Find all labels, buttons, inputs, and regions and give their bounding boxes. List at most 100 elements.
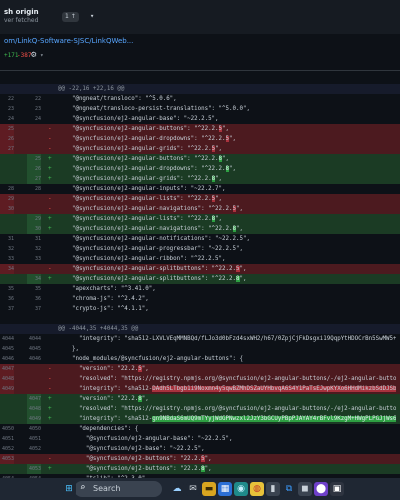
deleted-line[interactable]: 27 - "@syncfusion/ej2-angular-grids": "^2… <box>0 144 400 154</box>
code-text: "@syncfusion/ej2-angular-dropdowns": "^2… <box>58 166 237 172</box>
last-fetched-text: ver fetched <box>4 17 39 24</box>
chrome-icon[interactable]: ◍ <box>250 482 264 496</box>
code-text: "resolved": "https://registry.npmjs.org/… <box>58 376 396 382</box>
code-text: "@syncfusion/ej2-buttons": "22.2.8", <box>58 466 212 472</box>
push-origin-title[interactable]: sh origin <box>4 8 39 16</box>
hunk-header[interactable]: @@ -4044,35 +4044,35 @@ <box>0 324 400 334</box>
old-line-number: 23 <box>7 106 14 112</box>
code-text: "@syncfusion/ej2-angular-grids": "^22.2.… <box>58 176 223 182</box>
explorer-icon[interactable]: ▬ <box>202 482 216 496</box>
context-line[interactable]: 28 28 "@syncfusion/ej2-angular-inputs": "… <box>0 184 400 194</box>
old-line-number: 4053 <box>0 454 14 464</box>
deleted-line[interactable]: 30 - "@syncfusion/ej2-angular-navigations… <box>0 204 400 214</box>
context-line[interactable]: 33 33 "@syncfusion/ej2-angular-ribbon": "… <box>0 254 400 264</box>
context-line[interactable]: 24 24 "@syncfusion/ej2-angular-base": "~2… <box>0 114 400 124</box>
hunk-header[interactable]: @@ -22,16 +22,16 @@ <box>0 84 400 94</box>
old-line-number: 4044 <box>1 336 14 342</box>
widgets-icon[interactable]: ☁ <box>170 482 184 496</box>
added-line[interactable]: 26 + "@syncfusion/ej2-angular-dropdowns":… <box>0 164 400 174</box>
deleted-line[interactable]: 4047 - "version": "22.2.5", <box>0 364 400 374</box>
context-line[interactable]: 4051 4051 "@syncfusion/ej2-angular-base":… <box>0 434 400 444</box>
added-line[interactable]: 4049 + "integrity": "sha512-gn9NBdaS6mUQ9… <box>0 414 400 424</box>
added-line[interactable]: 4053 + "@syncfusion/ej2-buttons": "22.2.8… <box>0 464 400 474</box>
start-icon[interactable]: ⊞ <box>62 482 76 496</box>
context-line[interactable]: 37 37 "crypto-js": "^4.1.1", <box>0 304 400 314</box>
context-line[interactable]: 32 32 "@syncfusion/ej2-angular-progressba… <box>0 244 400 254</box>
terminal-icon[interactable]: ▮ <box>266 482 280 496</box>
context-line[interactable]: 31 31 "@syncfusion/ej2-angular-notificati… <box>0 234 400 244</box>
changed-token: 8 <box>201 466 205 472</box>
changed-token: 5 <box>201 456 205 462</box>
deleted-line[interactable]: 34 - "@syncfusion/ej2-angular-splitbutton… <box>0 264 400 274</box>
context-line[interactable]: 35 35 "apexcharts": "^3.41.0", <box>0 284 400 294</box>
chevron-down-icon[interactable]: ▾ <box>90 12 94 20</box>
windows-taskbar: ⌕ Search ⊞ ☁ ✉ ▬ ▦ ◉ ◍ ▮ ⧉ ◼ ⬤ ▣ <box>0 478 400 500</box>
store-pinned-icon[interactable]: ▣ <box>330 482 344 496</box>
context-line[interactable]: 4045 4045 }, <box>0 344 400 354</box>
code-text: "@syncfusion/ej2-angular-ribbon": "^22.2… <box>58 256 226 262</box>
context-line[interactable]: 4046 4046 "node_modules/@syncfusion/ej2-a… <box>0 354 400 364</box>
added-line[interactable]: 4048 + "resolved": "https://registry.npmj… <box>0 404 400 414</box>
context-line[interactable]: 4050 4050 "dependencies": { <box>0 424 400 434</box>
added-line[interactable]: 25 + "@syncfusion/ej2-angular-buttons": "… <box>0 154 400 164</box>
old-line-number: 36 <box>7 296 14 302</box>
added-line[interactable]: 29 + "@syncfusion/ej2-angular-lists": "^2… <box>0 214 400 224</box>
diff-marker: + <box>48 405 52 412</box>
old-line-number: 4052 <box>1 446 14 452</box>
new-line-number: 31 <box>34 236 41 242</box>
changed-token: 5 <box>225 136 230 142</box>
code-text: "apexcharts": "^3.41.0", <box>58 286 156 292</box>
changed-token: 5 <box>211 146 216 152</box>
diff-marker: + <box>48 155 52 162</box>
diff-marker: - <box>48 385 52 392</box>
code-text: "@syncfusion/ej2-angular-progressbar": "… <box>58 246 243 252</box>
changed-token: 8 <box>236 276 240 282</box>
code-text: @@ -4044,35 +4044,35 @@ <box>58 326 139 332</box>
context-line[interactable]: 4044 4044 "integrity": "sha512-LXVLVEqMMN… <box>0 334 400 344</box>
added-line[interactable]: 27 + "@syncfusion/ej2-angular-grids": "^2… <box>0 174 400 184</box>
added-line[interactable]: 34 + "@syncfusion/ej2-angular-splitbutton… <box>0 274 400 284</box>
old-line-number: 4045 <box>1 346 14 352</box>
file-path-bar: om/LinkQ-Software-SJSC/LinkQWeb... +171 … <box>0 34 400 71</box>
deleted-line[interactable]: 29 - "@syncfusion/ej2-angular-lists": "^2… <box>0 194 400 204</box>
diff-view[interactable]: @@ -22,16 +22,16 @@ 22 22 "@ngneat/translo… <box>0 84 400 478</box>
new-line-number: 4049 <box>27 414 41 424</box>
push-count-badge[interactable]: 1 ↑ <box>62 12 79 22</box>
edge-icon[interactable]: ◉ <box>234 482 248 496</box>
code-text: "@syncfusion/ej2-angular-navigations": "… <box>58 206 243 212</box>
github-desktop-icon[interactable]: ⬤ <box>314 482 328 496</box>
code-text: "crypto-js": "^4.1.1", <box>58 306 149 312</box>
code-text: "@syncfusion/ej2-angular-splitbuttons": … <box>58 266 247 272</box>
context-line[interactable]: 22 22 "@ngneat/transloco": "^5.0.6", <box>0 94 400 104</box>
changed-token: 5 <box>218 126 223 132</box>
code-text: "@syncfusion/ej2-angular-buttons": "^22.… <box>58 156 230 162</box>
extra-app-icon[interactable]: ◼ <box>298 482 312 496</box>
new-line-number: 4044 <box>28 336 41 342</box>
deleted-line[interactable]: 4053 - "@syncfusion/ej2-buttons": "22.2.5… <box>0 454 400 464</box>
mail-icon[interactable]: ✉ <box>186 482 200 496</box>
code-text: "dependencies": { <box>58 426 139 432</box>
deleted-line[interactable]: 25 - "@syncfusion/ej2-angular-buttons": "… <box>0 124 400 134</box>
context-line[interactable]: 23 23 "@ngneat/transloco-persist-translat… <box>0 104 400 114</box>
vscode-icon[interactable]: ⧉ <box>282 482 296 496</box>
changed-token: 5 <box>138 366 142 372</box>
deleted-line[interactable]: 4048 - "resolved": "https://registry.npmj… <box>0 374 400 384</box>
store-icon[interactable]: ▦ <box>218 482 232 496</box>
taskbar-search-box[interactable]: ⌕ Search <box>74 481 162 497</box>
gear-icon[interactable]: ⚙ <box>31 50 36 60</box>
new-line-number: 35 <box>34 286 41 292</box>
added-line[interactable]: 4047 + "version": "22.2.8", <box>0 394 400 404</box>
added-line[interactable]: 30 + "@syncfusion/ej2-angular-navigations… <box>0 224 400 234</box>
new-line-number: 4053 <box>27 464 41 474</box>
file-path[interactable]: om/LinkQ-Software-SJSC/LinkQWeb... <box>4 37 133 45</box>
code-text: "@syncfusion/ej2-angular-notifications":… <box>58 236 250 242</box>
chevron-down-icon[interactable]: ▾ <box>40 52 44 59</box>
deleted-line[interactable]: 26 - "@syncfusion/ej2-angular-dropdowns":… <box>0 134 400 144</box>
code-text: "@syncfusion/ej2-angular-splitbuttons": … <box>58 276 247 282</box>
context-line[interactable]: 4052 4052 "@syncfusion/ej2-base": "~22.2.… <box>0 444 400 454</box>
deleted-line[interactable]: 4049 - "integrity": "sha512-DAdh5LTbgb1i9… <box>0 384 400 394</box>
new-line-number: 28 <box>34 186 41 192</box>
context-line[interactable]: 36 36 "chroma-js": "^2.4.2", <box>0 294 400 304</box>
code-text: "version": "22.2.5", <box>58 366 149 372</box>
context-line[interactable] <box>0 314 400 324</box>
